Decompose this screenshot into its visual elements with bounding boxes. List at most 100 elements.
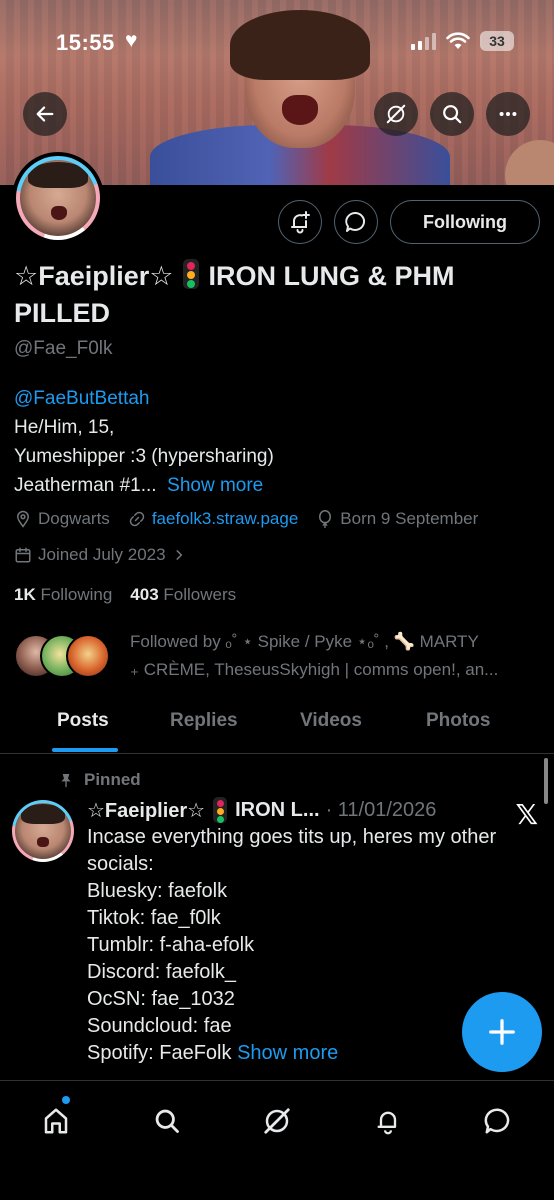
traffic-light-icon (213, 797, 228, 823)
profile-avatar[interactable] (12, 152, 104, 244)
tab-posts[interactable]: Posts (57, 710, 109, 732)
search-button[interactable] (430, 92, 474, 136)
search-icon (443, 105, 462, 124)
message-icon (345, 211, 366, 232)
pinned-text: Pinned (84, 770, 141, 789)
post-line: Tiktok: fae_f0lk (87, 907, 221, 929)
location-text: Dogwarts (38, 509, 110, 528)
grok-icon (386, 104, 406, 124)
joined-item[interactable]: Joined July 2023 (14, 545, 186, 565)
bio-line: Jeatherman #1... (14, 475, 157, 496)
pin-icon (61, 774, 71, 788)
birthday-item: Born 9 September (316, 509, 478, 529)
nav-notifications[interactable] (366, 1099, 410, 1143)
followers-label: Followers (163, 585, 237, 604)
location-pin-icon (16, 510, 30, 528)
joined-text: Joined July 2023 (38, 545, 166, 564)
nav-search[interactable] (145, 1099, 189, 1143)
home-icon (44, 1108, 68, 1134)
status-indicators: 33 (411, 31, 514, 51)
follow-counts: 1K Following 403 Followers (14, 585, 236, 605)
post-line: Discord: faefolk_ (87, 961, 236, 983)
link-icon (129, 511, 145, 527)
back-button[interactable] (23, 92, 67, 136)
location-item: Dogwarts (14, 509, 110, 529)
profile-meta: Dogwarts faefolk3.straw.page Born 9 Sept… (14, 509, 478, 529)
post-timestamp: · 11/01/2026 (325, 798, 437, 821)
grok-icon (264, 1108, 290, 1134)
nav-grok[interactable] (255, 1099, 299, 1143)
followers-count-link[interactable]: 403 Followers (130, 585, 236, 605)
following-label: Following (40, 585, 113, 604)
followed-by-text: Followed by ₒ˚ ⋆ Spike / Pyke ⋆ₒ˚ , 🦴 MA… (130, 628, 540, 684)
nav-messages[interactable] (476, 1099, 520, 1143)
bio-show-more-link[interactable]: Show more (167, 475, 263, 496)
signal-icon (411, 32, 436, 50)
active-tab-indicator (52, 748, 118, 752)
more-horizontal-icon (499, 111, 517, 117)
following-count-link[interactable]: 1K Following (14, 585, 112, 605)
post-header: ☆Faeiplier☆ IRON L... · 11/01/2026 (87, 797, 436, 823)
tab-photos[interactable]: Photos (426, 710, 490, 732)
birthday-text: Born 9 September (340, 509, 479, 528)
avatar-image (20, 160, 96, 236)
wifi-icon (446, 32, 470, 49)
bio-mention-link[interactable]: @FaeButBettah (14, 388, 149, 409)
banner-mouth (282, 95, 318, 125)
message-button[interactable] (334, 200, 379, 244)
followed-by-line: Followed by ₒ˚ ⋆ Spike / Pyke ⋆ₒ˚ , 🦴 MA… (130, 632, 479, 651)
tab-replies[interactable]: Replies (170, 710, 238, 732)
post-author-avatar[interactable] (12, 800, 74, 862)
plus-icon (489, 1019, 515, 1045)
more-button[interactable] (486, 92, 530, 136)
status-time: 15:55 (56, 30, 115, 55)
chevron-right-icon (176, 550, 182, 560)
website-link[interactable]: faefolk3.straw.page (152, 509, 298, 529)
followed-by-avatars (14, 634, 124, 682)
profile-actions: Following (278, 200, 540, 244)
notification-dot (62, 1096, 70, 1104)
battery-icon: 33 (480, 31, 514, 51)
calendar-icon (15, 547, 31, 563)
avatar (66, 634, 110, 678)
bio-line: Yumeshipper :3 (hypersharing) (14, 446, 274, 467)
traffic-light-icon (182, 259, 199, 289)
avatar-ring (16, 156, 100, 240)
avatar-image (15, 803, 71, 859)
pinned-label: Pinned (58, 770, 141, 790)
followers-count: 403 (130, 585, 159, 604)
followed-by-line: ₊ CRÈME, TheseusSkyhigh | comms open!, a… (130, 660, 499, 679)
message-icon (484, 1108, 510, 1134)
post-author-name-suffix[interactable]: IRON L... (235, 799, 319, 822)
search-icon (155, 1109, 179, 1133)
bell-icon (377, 1111, 397, 1135)
arrow-left-icon (36, 106, 54, 122)
following-count: 1K (14, 585, 36, 604)
followed-by[interactable]: Followed by ₒ˚ ⋆ Spike / Pyke ⋆ₒ˚ , 🦴 MA… (14, 628, 544, 688)
heart-icon: ♥ (125, 29, 138, 52)
status-bar: 15:55 ♥ 33 (0, 0, 554, 80)
following-button[interactable]: Following (390, 200, 540, 244)
post-show-more-link[interactable]: Show more (237, 1042, 338, 1064)
profile-bio: @FaeButBettah He/Him, 15, Yumeshipper :3… (14, 384, 534, 500)
tab-videos[interactable]: Videos (300, 710, 362, 732)
profile-handle: @Fae_F0lk (14, 338, 113, 359)
nav-home[interactable] (34, 1099, 78, 1143)
post-author-name[interactable]: ☆Faeiplier☆ (87, 798, 205, 823)
bottom-nav (0, 1080, 554, 1200)
profile-tabs: Posts Replies Videos Photos (0, 700, 554, 754)
post-line: Bluesky: faefolk (87, 880, 228, 902)
display-name: ☆Faeiplier☆ IRON LUNG & PHM PILLED (14, 258, 484, 332)
grok-button[interactable] (374, 92, 418, 136)
scrollbar[interactable] (544, 758, 548, 804)
bio-line: He/Him, 15, (14, 417, 115, 438)
website-item[interactable]: faefolk3.straw.page (128, 509, 298, 529)
notify-button[interactable] (278, 200, 323, 244)
compose-button[interactable] (462, 992, 542, 1072)
balloon-icon (319, 510, 332, 528)
post-line: Tumblr: f-aha-efolk (87, 934, 255, 956)
bell-plus-icon (291, 211, 311, 234)
post-line: Incase everything goes tits up, heres my… (87, 826, 497, 875)
post-line: Spotify: FaeFolk (87, 1042, 232, 1064)
display-name-prefix: ☆Faeiplier☆ (14, 261, 174, 291)
